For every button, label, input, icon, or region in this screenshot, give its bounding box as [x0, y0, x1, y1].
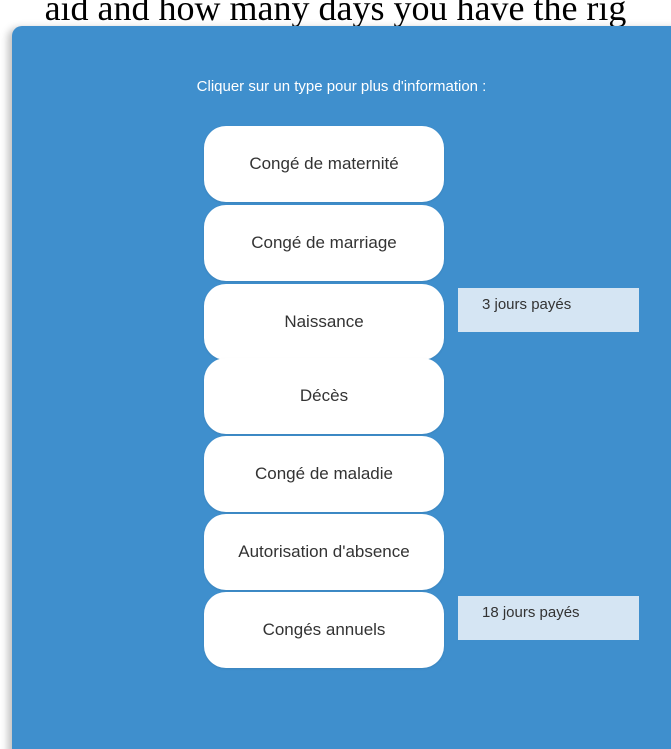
- type-button-deces[interactable]: Décès: [204, 358, 444, 434]
- instruction-label: Cliquer sur un type pour plus d'informat…: [196, 78, 487, 95]
- leave-types-panel: Cliquer sur un type pour plus d'informat…: [12, 26, 671, 749]
- type-button-maladie[interactable]: Congé de maladie: [204, 436, 444, 512]
- instruction-text: Cliquer sur un type pour plus d'informat…: [12, 78, 669, 95]
- type-button-naissance[interactable]: Naissance: [204, 284, 444, 360]
- type-button-maternite[interactable]: Congé de maternité: [204, 126, 444, 202]
- type-button-conges-annuels[interactable]: Congés annuels: [204, 592, 444, 668]
- info-box-conges-annuels: 18 jours payés: [458, 596, 639, 640]
- type-button-marriage[interactable]: Congé de marriage: [204, 205, 444, 281]
- info-box-naissance: 3 jours payés: [458, 288, 639, 332]
- type-button-absence[interactable]: Autorisation d'absence: [204, 514, 444, 590]
